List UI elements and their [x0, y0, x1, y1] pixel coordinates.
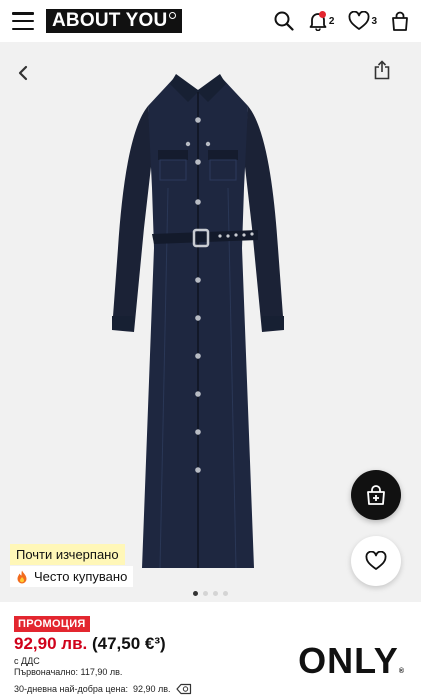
- notifications-count: 2: [328, 15, 335, 27]
- logo-mark: [169, 11, 177, 19]
- brand-registered-mark: ®: [398, 668, 405, 675]
- promo-badge: ПРОМОЦИЯ: [14, 616, 90, 632]
- logo-text: ABOUT YOU: [52, 10, 168, 31]
- brand-name: ONLY: [298, 640, 399, 681]
- notifications-button[interactable]: 2: [308, 11, 335, 31]
- gallery-dot[interactable]: [223, 591, 228, 596]
- wishlist-count: 3: [371, 15, 377, 27]
- heart-icon: [349, 11, 370, 30]
- share-button[interactable]: [373, 60, 395, 82]
- search-button[interactable]: [274, 11, 294, 31]
- gallery-dot[interactable]: [213, 591, 218, 596]
- price-eur: (47,50 €³): [91, 634, 166, 653]
- heart-icon: [365, 551, 387, 570]
- popular-badge: Често купувано: [10, 566, 134, 587]
- bag-icon: [392, 11, 408, 31]
- gallery-dot[interactable]: [193, 591, 198, 596]
- about-you-logo[interactable]: ABOUT YOU: [46, 9, 183, 33]
- menu-icon[interactable]: [12, 12, 34, 30]
- chevron-left-icon: [18, 65, 28, 81]
- low-stock-badge: Почти изчерпано: [10, 544, 125, 565]
- lowest-price-label: 30-дневна най-добра цена:: [14, 684, 128, 694]
- product-image-dress: [112, 74, 284, 569]
- lowest-price: 30-дневна най-добра цена: 92,90 лв.: [14, 683, 407, 695]
- cart-button[interactable]: [391, 11, 409, 31]
- product-image-gallery[interactable]: Почти изчерпано Често купувано: [0, 42, 421, 602]
- wishlist-button[interactable]: 3: [348, 11, 377, 31]
- header-actions: 2 3: [274, 11, 409, 31]
- add-to-bag-button[interactable]: [351, 470, 401, 520]
- back-button[interactable]: [12, 62, 34, 84]
- share-icon: [374, 60, 390, 80]
- notification-dot: [318, 11, 326, 18]
- brand-logo[interactable]: ONLY®: [298, 640, 405, 682]
- price-section: ПРОМОЦИЯ 92,90 лв. (47,50 €³) с ДДС Първ…: [0, 602, 421, 699]
- top-header: ABOUT YOU 2 3: [0, 0, 421, 42]
- search-icon: [274, 11, 294, 31]
- add-to-wishlist-button[interactable]: [351, 536, 401, 586]
- gallery-pagination[interactable]: [0, 591, 421, 596]
- lowest-price-value: 92,90 лв.: [132, 684, 171, 694]
- flame-icon: [17, 570, 27, 583]
- gallery-dot[interactable]: [203, 591, 208, 596]
- popular-badge-label: Често купувано: [34, 569, 128, 584]
- bag-plus-icon: [367, 485, 385, 505]
- info-tag-icon[interactable]: [175, 683, 192, 695]
- current-price: 92,90 лв.: [14, 634, 88, 653]
